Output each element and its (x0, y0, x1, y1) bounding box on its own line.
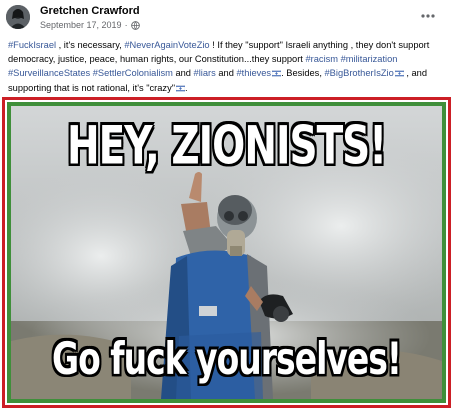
post-text: #FuckIsrael , it's necessary, #NeverAgai… (8, 38, 448, 95)
more-horizontal-icon (421, 14, 435, 18)
hashtag-surveillancestates[interactable]: #SurveillanceStates (8, 68, 90, 78)
text-segment: . Besides, (281, 68, 325, 79)
meme-bottom-caption: Go fuck yourselves! (52, 332, 402, 385)
hashtag-fuckisrael[interactable]: #FuckIsrael (8, 40, 56, 50)
post-meta: September 17, 2019 · (40, 20, 140, 30)
post-date[interactable]: September 17, 2019 (40, 20, 122, 30)
flag-icon (394, 67, 405, 78)
image-border-inner: HEY, ZIONISTS! Go fuck yourselves! (7, 102, 446, 403)
text-segment: , it's necessary, (56, 40, 125, 50)
hashtag-settlercolonialism[interactable]: #SettlerColonialism (93, 68, 173, 78)
hashtag-thieves[interactable]: #thieves (236, 68, 271, 78)
globe-icon (130, 20, 140, 30)
hashtag-bigbrotheriszio[interactable]: #BigBrotherIsZio (325, 68, 394, 78)
hashtag-liars[interactable]: #liars (194, 68, 216, 78)
date-separator: · (124, 20, 128, 30)
hashtag-racism[interactable]: #racism (305, 54, 338, 64)
more-options-button[interactable] (417, 8, 439, 24)
author-name[interactable]: Gretchen Crawford (40, 5, 140, 17)
flag-icon (271, 67, 282, 78)
text-segment: and (172, 68, 194, 79)
text-segment: . (185, 82, 188, 93)
flag-icon (175, 82, 186, 92)
avatar[interactable] (6, 5, 30, 29)
post-image[interactable]: HEY, ZIONISTS! Go fuck yourselves! (0, 97, 453, 409)
text-segment: and (215, 68, 237, 79)
hashtag-neveragainvotezio[interactable]: #NeverAgainVoteZio (124, 40, 209, 50)
post-header: Gretchen Crawford September 17, 2019 · (0, 0, 453, 38)
hashtag-militarization[interactable]: #militarization (341, 54, 398, 64)
meme-top-caption: HEY, ZIONISTS! (66, 116, 387, 177)
